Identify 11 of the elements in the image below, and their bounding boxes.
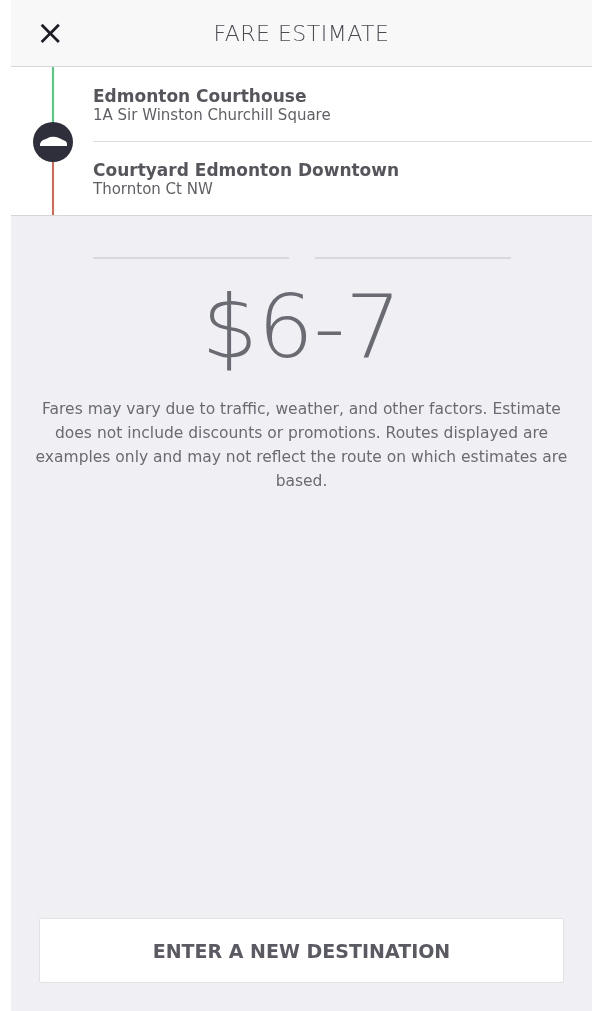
location-item[interactable]: Courtyard Edmonton Downtown Thornton Ct NW (93, 140, 592, 215)
location-address: 1A Sir Winston Churchill Square (93, 105, 332, 124)
location-name: Edmonton Courthouse (93, 85, 308, 106)
location-name: Courtyard Edmonton Downtown (93, 160, 401, 181)
fare-amount: $6-7 (201, 277, 402, 377)
screen-title: FARE ESTIMATE (213, 20, 390, 46)
enter-destination-button[interactable]: ENTER A NEW DESTINATION (39, 918, 564, 983)
location-address: Thornton Ct NW (93, 180, 214, 199)
disclaimer-text: Fares may vary due to traffic, weather, and other factors. Estimate does not include discounts or promotions. Routes displayed are examples only and may not reflect the route on which estimates are based. (34, 399, 569, 492)
close-button[interactable]: × (36, 14, 65, 50)
location-item[interactable]: Edmonton Courthouse 1A Sir Winston Churchill Square (93, 67, 592, 141)
